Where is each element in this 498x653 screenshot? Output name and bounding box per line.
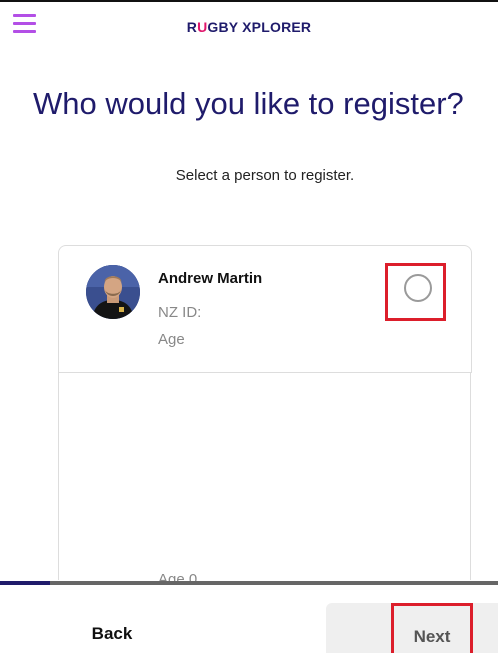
back-button[interactable]: Back — [62, 600, 162, 653]
card-list-border-left — [58, 372, 59, 580]
logo-suffix: GBY XPLORER — [207, 19, 312, 35]
top-border — [0, 0, 498, 2]
next-card-age-partial: Age 0 — [158, 568, 197, 582]
logo-accent: U — [197, 19, 208, 35]
nz-id-label: NZ ID: — [158, 304, 202, 321]
logo-prefix: R — [186, 19, 198, 35]
avatar — [86, 265, 140, 319]
page-title: Who would you like to register? — [33, 86, 464, 121]
person-photo-icon — [86, 265, 140, 319]
card-divider — [58, 372, 471, 373]
menu-bar — [13, 14, 36, 17]
person-name: Andrew Martin — [158, 270, 263, 287]
next-button[interactable]: Next — [391, 603, 473, 653]
register-page: RUGBY XPLORER Who would you like to regi… — [0, 0, 498, 653]
rugby-xplorer-logo: RUGBY XPLORER — [0, 19, 498, 35]
select-person-radio[interactable] — [404, 274, 432, 302]
instruction-text: Select a person to register. — [175, 167, 355, 184]
card-list-border-right — [470, 372, 471, 580]
age-label: Age — [158, 331, 185, 348]
